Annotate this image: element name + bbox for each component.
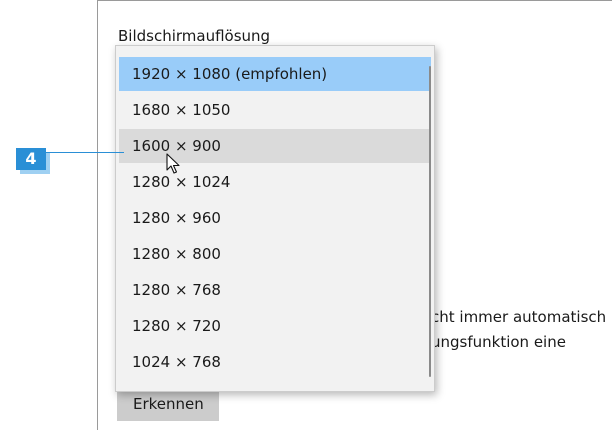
- resolution-option[interactable]: 1280 × 768: [119, 273, 431, 307]
- section-title: Bildschirmauflösung: [118, 27, 271, 45]
- resolution-option[interactable]: 1280 × 800: [119, 237, 431, 271]
- body-text-line-2: ungsfunktion eine: [431, 333, 566, 351]
- resolution-option[interactable]: 1280 × 960: [119, 201, 431, 235]
- resolution-option[interactable]: 1280 × 720: [119, 309, 431, 343]
- callout-leader-line: [46, 152, 124, 153]
- resolution-option[interactable]: 1024 × 768: [119, 345, 431, 379]
- resolution-option[interactable]: 1680 × 1050: [119, 93, 431, 127]
- body-text-line-1: cht immer automatisch: [431, 308, 607, 326]
- detect-button[interactable]: Erkennen: [117, 389, 219, 421]
- resolution-option[interactable]: 1920 × 1080 (empfohlen): [119, 57, 431, 91]
- callout-number-badge: 4: [16, 148, 46, 170]
- resolution-dropdown-list[interactable]: 1920 × 1080 (empfohlen) 1680 × 1050 1600…: [115, 45, 435, 392]
- mouse-pointer-icon: [166, 153, 180, 174]
- dropdown-scrollbar[interactable]: [429, 66, 431, 377]
